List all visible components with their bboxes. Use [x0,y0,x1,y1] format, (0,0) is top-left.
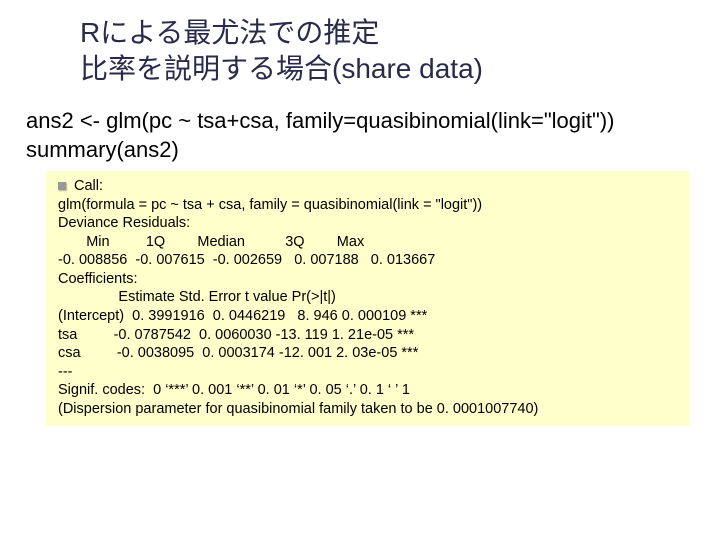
code-line-1: ans2 <- glm(pc ~ tsa+csa, family=quasibi… [26,108,614,133]
r-output-box: Call: glm(formula = pc ~ tsa + csa, fami… [46,171,690,426]
bullet-icon [58,182,66,190]
title-line-1: Rによる最尤法での推定 [80,17,379,48]
code-line-2: summary(ans2) [26,137,179,162]
title-line-2: 比率を説明する場合(share data) [80,53,483,84]
r-output-text: Call: [74,178,103,194]
slide-title: Rによる最尤法での推定 比率を説明する場合(share data) [80,15,700,88]
code-block: ans2 <- glm(pc ~ tsa+csa, family=quasibi… [26,106,700,165]
